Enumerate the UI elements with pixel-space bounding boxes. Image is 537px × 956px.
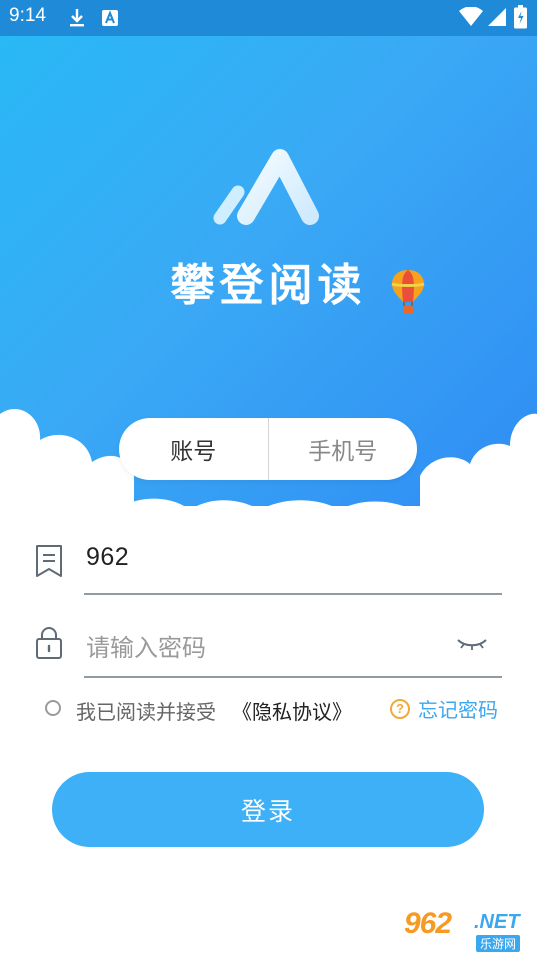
password-field[interactable]: 请输入密码 <box>84 620 502 678</box>
wifi-icon <box>459 7 483 26</box>
password-input[interactable]: 请输入密码 <box>86 628 206 663</box>
brand-name: 攀登阅读 <box>170 260 367 311</box>
bookmark-icon <box>36 545 62 577</box>
login-mode-tabs: 账号 手机号 <box>119 418 417 480</box>
status-bar: 9:14 <box>0 0 537 36</box>
agreement-radio[interactable] <box>45 700 61 716</box>
download-icon <box>70 9 84 27</box>
lock-icon <box>36 627 62 659</box>
mountain-logo-icon <box>213 149 319 225</box>
site-watermark: 962 .NET 乐游网 <box>398 905 530 953</box>
forgot-password-label: 忘记密码 <box>418 698 498 722</box>
question-circle-icon: ? <box>390 698 410 719</box>
privacy-policy-link[interactable]: 《隐私协议》 <box>232 696 352 725</box>
watermark-suffix: .NET <box>474 911 520 933</box>
hot-air-balloon-icon <box>391 270 425 314</box>
battery-icon <box>514 5 527 29</box>
login-button[interactable]: 登录 <box>52 772 484 847</box>
a-badge-icon <box>102 10 118 26</box>
agreement-text: 我已阅读并接受 <box>76 700 216 724</box>
watermark-sub: 乐游网 <box>476 935 521 952</box>
status-time: 9:14 <box>9 5 46 26</box>
watermark-number: 962 <box>404 907 452 940</box>
signal-icon <box>488 8 506 26</box>
account-input[interactable]: 962 <box>86 543 129 572</box>
eye-closed-icon[interactable] <box>456 634 488 652</box>
tab-phone[interactable]: 手机号 <box>267 418 418 480</box>
tab-account[interactable]: 账号 <box>119 418 268 480</box>
forgot-password-link[interactable]: ? 忘记密码 <box>390 694 498 723</box>
account-field[interactable]: 962 <box>84 537 502 595</box>
